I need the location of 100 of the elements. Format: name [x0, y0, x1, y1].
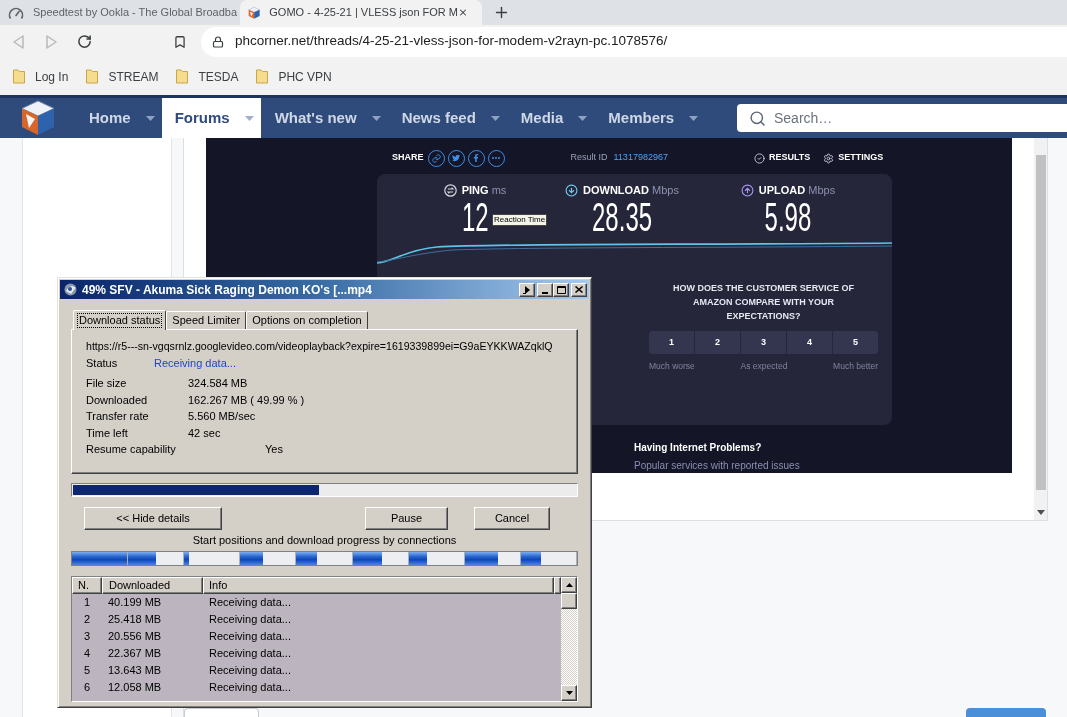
help-title: Having Internet Problems?	[634, 441, 763, 455]
nav-tab[interactable]: Forums	[161, 98, 261, 138]
scroll-down-icon[interactable]	[565, 691, 573, 695]
metric-value: 12	[461, 197, 489, 235]
row-number: 2	[82, 612, 92, 628]
bookmark-folder[interactable]: Log In	[13, 67, 69, 86]
scrollbar[interactable]	[1034, 138, 1047, 520]
header-filler	[554, 577, 561, 594]
status-value: Receiving data...	[154, 355, 236, 371]
column-header[interactable]: Info	[203, 577, 554, 594]
detail-label: Downloaded	[86, 392, 149, 408]
detail-label: Resume capability	[86, 442, 177, 457]
caret-icon	[145, 115, 155, 121]
close-button[interactable]	[571, 282, 587, 297]
row-number: 6	[82, 680, 92, 696]
scrollbar-thumb[interactable]	[1035, 155, 1046, 490]
metric-value: 28.35	[591, 197, 653, 235]
caret-icon	[244, 115, 254, 121]
nav-tab[interactable]: Home	[75, 98, 162, 138]
cube-favicon-icon	[248, 4, 261, 21]
detail-value: 324.584 MB	[188, 376, 248, 391]
results-link[interactable]: RESULTS	[753, 151, 811, 165]
settings-link[interactable]: SETTINGS	[823, 151, 884, 165]
nav-tab[interactable]: Media	[506, 98, 595, 138]
metric-label: DOWNLOAD Mbps	[583, 182, 679, 198]
survey-question: HOW DOES THE CUSTOMER SERVICE OF AMAZON COMPARE WITH YOUR EXPECTATIONS?	[671, 282, 856, 323]
app-icon	[64, 283, 77, 296]
caret-icon	[578, 115, 588, 121]
dialog-tab[interactable]: Speed Limiter	[166, 311, 247, 329]
nav-tab[interactable]: What's new	[260, 98, 388, 138]
rating-button[interactable]: 4	[787, 331, 832, 354]
gauge-icon	[8, 5, 24, 20]
arrow-button[interactable]	[519, 282, 535, 297]
info-cell-text: Receiving data...	[208, 663, 292, 679]
row-number: 5	[82, 663, 92, 679]
dialog-tab[interactable]: Download status	[73, 310, 167, 330]
bookmark-folder[interactable]: PHC VPN	[256, 67, 332, 86]
caret-icon	[490, 115, 500, 121]
row-number: 4	[82, 646, 92, 662]
check-circle-icon	[753, 152, 765, 164]
tooltip: Reaction Time	[492, 214, 548, 226]
minimize-icon	[542, 291, 548, 294]
downloaded-cell-text: 12.058 MB	[107, 680, 163, 696]
info-cell-text: Receiving data...	[208, 595, 292, 611]
browser-tab[interactable]: GOMO - 4-25-21 | VLESS json FOR M	[240, 0, 482, 25]
caret-icon	[689, 115, 699, 121]
column-header[interactable]: N.	[72, 577, 102, 594]
close-icon[interactable]	[458, 6, 468, 19]
nav-tab[interactable]: Members	[594, 98, 706, 138]
scrollbar[interactable]	[561, 577, 577, 701]
address-bar[interactable]: phcorner.net/threads/4-25-21-vless-json-for-modem-v2rayn-pc.1078576/	[201, 26, 1067, 57]
cube-logo-icon	[20, 100, 56, 136]
info-cell-text: Receiving data...	[208, 612, 292, 628]
lock-icon	[212, 35, 224, 48]
row-number: 1	[82, 595, 92, 611]
scrollbar-thumb[interactable]	[561, 593, 577, 609]
pause-button[interactable]: Pause	[365, 507, 448, 530]
caret-icon	[371, 115, 381, 121]
row-number: 3	[82, 629, 92, 645]
reload-icon[interactable]	[77, 34, 92, 49]
folder-icon	[256, 69, 269, 84]
window-title: 49% SFV - Akuma Sick Raging Demon KO's [...mp4	[82, 281, 372, 299]
result-id-label: Result ID	[570, 151, 608, 165]
download-url: https://r5---sn-vgqsrnlz.googlevideo.com/videoplayback?expire=1619339899ei=G9aEYKKWAZqklQ	[86, 339, 554, 354]
connections-caption: Start positions and download progress by connections	[192, 534, 457, 547]
play-line-icon	[523, 285, 531, 294]
downloaded-cell-text: 40.199 MB	[107, 595, 163, 611]
settings-icon	[823, 152, 835, 164]
info-cell-text: Receiving data...	[208, 629, 292, 645]
search-icon	[749, 109, 766, 127]
cancel-button[interactable]: Cancel	[474, 507, 550, 530]
hide-details-button[interactable]: << Hide details	[84, 507, 222, 530]
scroll-up-icon[interactable]	[565, 583, 573, 587]
bookmark-folder[interactable]: STREAM	[86, 67, 159, 86]
rating-button[interactable]: 1	[649, 331, 694, 354]
info-cell-text: Receiving data...	[208, 680, 292, 696]
rating-button[interactable]: 2	[695, 331, 740, 354]
scroll-down-icon[interactable]	[1036, 510, 1045, 515]
browser-tab[interactable]: Speedtest by Ookla - The Global Broadba	[0, 0, 240, 25]
dialog-tab[interactable]: Options on completion	[246, 311, 368, 329]
new-tab-icon[interactable]	[493, 4, 510, 21]
info-cell-text: Receiving data...	[208, 646, 292, 662]
folder-icon	[86, 69, 99, 84]
metric-label: UPLOAD Mbps	[758, 182, 836, 198]
metric-label: PING ms	[461, 182, 507, 198]
bookmark-folder[interactable]: TESDA	[176, 67, 239, 86]
downloaded-cell-text: 22.367 MB	[107, 646, 163, 662]
share-label: SHARE	[392, 151, 424, 165]
maximize-icon	[556, 285, 566, 294]
nav-tab[interactable]: News feed	[387, 98, 507, 138]
result-id-link[interactable]: 11317982967	[613, 151, 668, 165]
bookmark-icon[interactable]	[173, 34, 187, 49]
rating-button[interactable]: 3	[741, 331, 786, 354]
rating-button[interactable]: 5	[833, 331, 878, 354]
column-header[interactable]: Downloaded	[102, 577, 203, 594]
minimize-button[interactable]	[537, 282, 553, 297]
scale-label: As expected	[740, 360, 788, 373]
detail-value: 162.267 MB ( 49.99 % )	[188, 392, 305, 408]
maximize-button[interactable]	[553, 282, 569, 297]
search-field[interactable]: Search…	[737, 104, 1067, 132]
